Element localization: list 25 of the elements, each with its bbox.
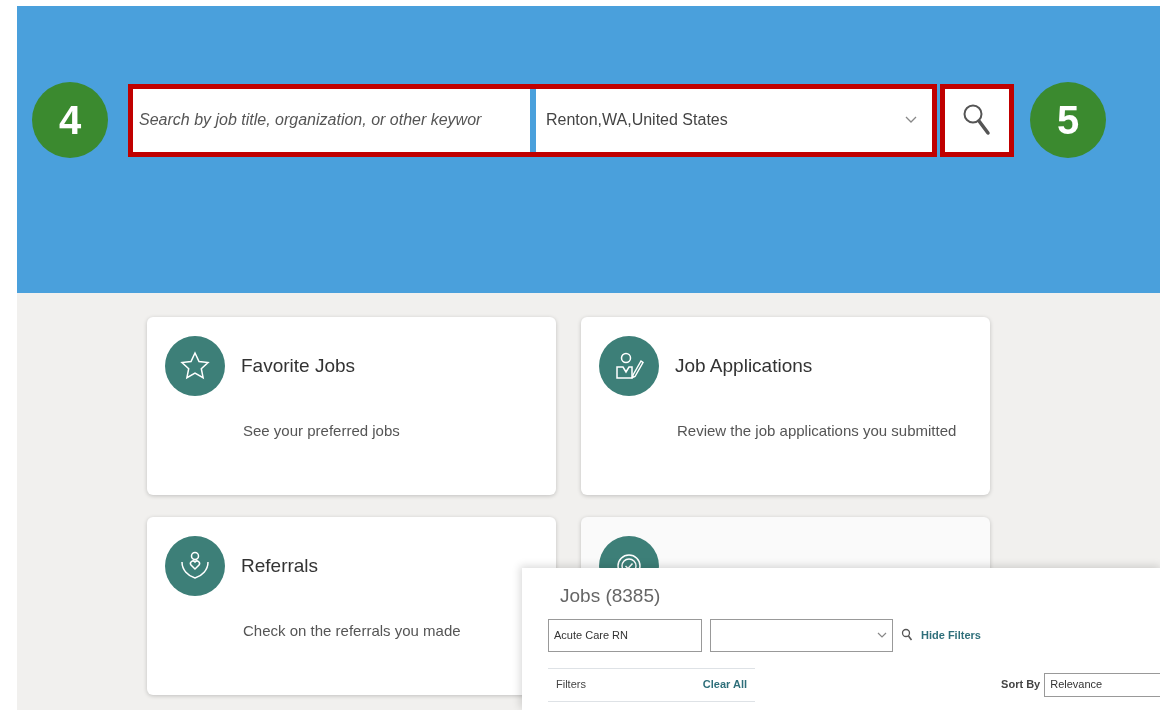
search-button[interactable] bbox=[940, 83, 1014, 157]
card-description: Check on the referrals you made bbox=[243, 621, 462, 641]
chevron-down-icon bbox=[905, 116, 917, 124]
clear-all-link[interactable]: Clear All bbox=[702, 676, 748, 693]
panel-title: Jobs (8385) bbox=[560, 584, 662, 608]
search-icon[interactable] bbox=[901, 628, 913, 642]
location-dropdown[interactable] bbox=[710, 618, 893, 652]
card[interactable]: Favorite Jobs See your preferred jobs bbox=[147, 317, 556, 495]
card-description: See your preferred jobs bbox=[243, 421, 401, 441]
step-number-badge: 4 bbox=[32, 82, 108, 158]
card-title: Favorite Jobs bbox=[241, 353, 356, 378]
card-title: Job Applications bbox=[675, 353, 813, 378]
search-icon bbox=[962, 103, 992, 137]
card[interactable]: Job Applications Review the job applications you submitted bbox=[581, 317, 990, 495]
card-title: Referrals bbox=[241, 553, 319, 578]
filters-label: Filters bbox=[556, 677, 586, 693]
sort-dropdown[interactable]: Relevance bbox=[1044, 672, 1160, 697]
person-pencil-icon bbox=[599, 336, 659, 396]
chevron-down-icon bbox=[877, 632, 887, 638]
step-number-badge: 5 bbox=[1030, 82, 1106, 158]
sort-label: Sort By bbox=[1001, 677, 1041, 693]
keyword-search-field[interactable]: Search by job title, organization, or other keywor bbox=[133, 88, 530, 152]
card-description: Review the job applications you submitted bbox=[677, 421, 958, 441]
hide-filters-link[interactable]: Hide Filters bbox=[921, 626, 981, 644]
keyword-field[interactable]: Acute Care RN bbox=[548, 618, 702, 652]
